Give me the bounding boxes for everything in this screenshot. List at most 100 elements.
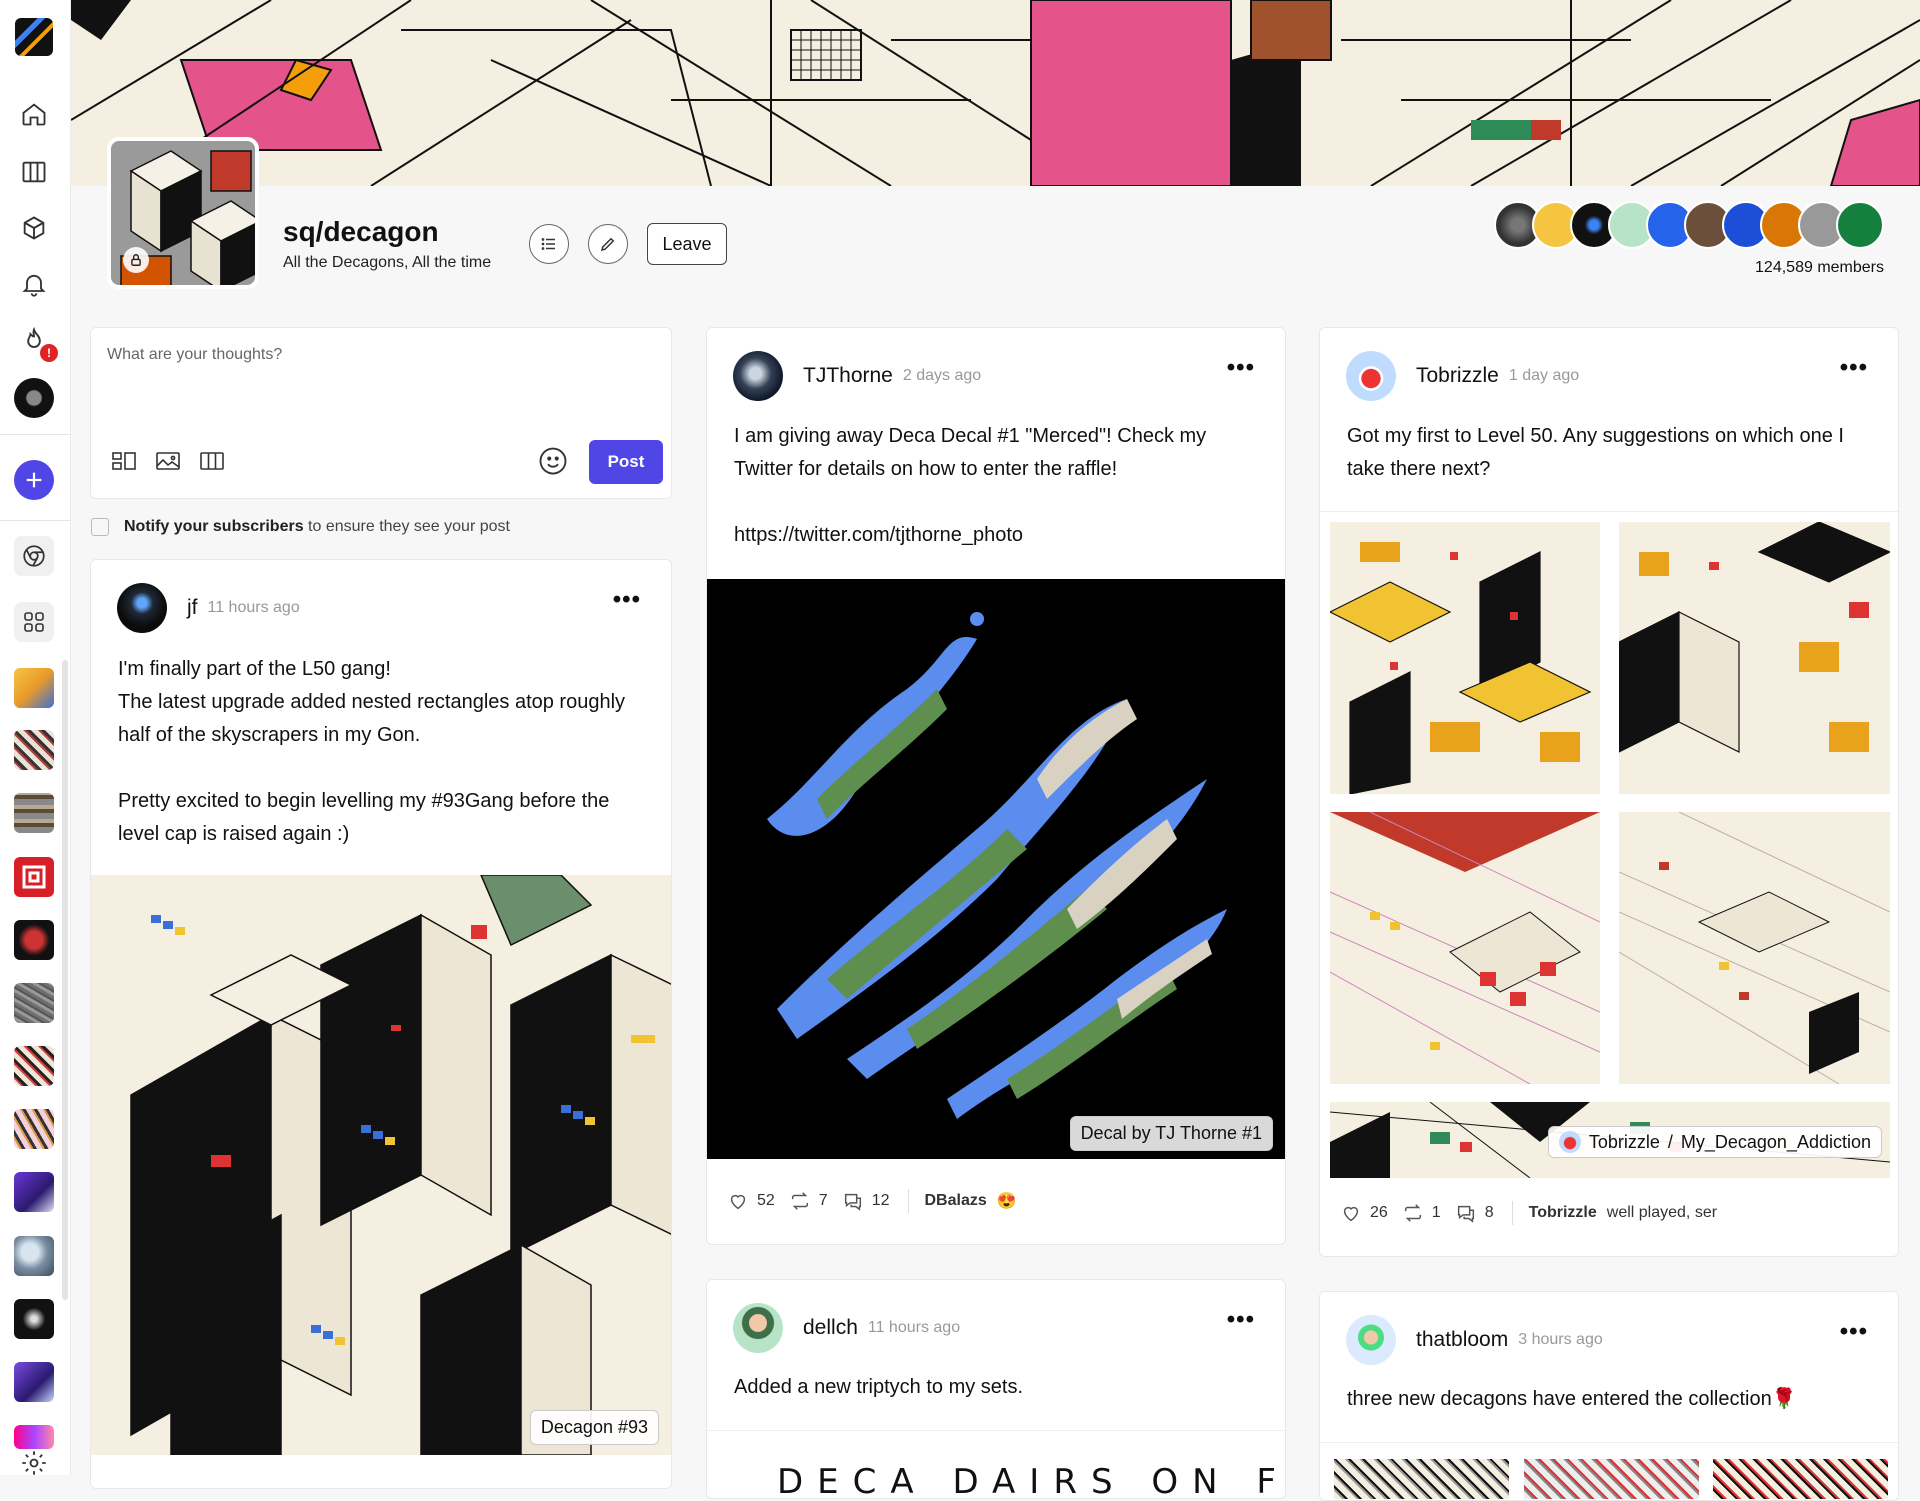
post-image-text: DECA DAIRS ON FRAME <box>777 1462 1285 1499</box>
post-time: 1 day ago <box>1508 367 1580 384</box>
collection-user: Tobrizzle <box>1588 1131 1660 1152</box>
member-avatars[interactable] <box>1494 201 1884 251</box>
post-header: jf 11 hours ago <box>117 582 300 634</box>
layout-icon[interactable] <box>111 450 137 477</box>
collection-thumb[interactable] <box>14 1046 54 1086</box>
image-caption: Decal by TJ Thorne #1 <box>1069 1116 1273 1151</box>
nft-image[interactable] <box>1619 522 1890 794</box>
collection-thumb[interactable] <box>14 983 54 1023</box>
collection-thumb[interactable] <box>14 1299 54 1339</box>
app-logo-icon[interactable] <box>15 18 53 56</box>
nft-image[interactable] <box>1713 1459 1888 1499</box>
fire-icon[interactable]: ! <box>14 320 58 362</box>
comments-count: 12 <box>871 1192 890 1209</box>
post-card: TJThorne 2 days ago ••• I am giving away… <box>706 327 1286 1245</box>
plus-icon[interactable] <box>14 460 54 500</box>
collection-thumb[interactable] <box>14 668 54 708</box>
collection-thumb[interactable] <box>14 1362 54 1402</box>
post-author[interactable]: dellch <box>803 1316 858 1340</box>
notify-checkbox[interactable] <box>91 518 109 536</box>
collection-caption[interactable]: Tobrizzle / My_Decagon_Addiction <box>1547 1126 1882 1158</box>
nft-image[interactable] <box>1334 1459 1509 1499</box>
sidebar-divider <box>0 434 71 435</box>
user-avatar[interactable] <box>117 583 167 633</box>
heart-icon[interactable] <box>1340 1202 1362 1224</box>
sidebar-scrollbar[interactable] <box>62 660 68 1300</box>
more-options-icon[interactable]: ••• <box>1227 354 1255 382</box>
post-header: Tobrizzle 1 day ago <box>1346 350 1579 402</box>
leave-button[interactable]: Leave <box>647 223 727 265</box>
post-author[interactable]: TJThorne <box>803 364 893 388</box>
likes-count: 52 <box>757 1192 775 1209</box>
more-options-icon[interactable]: ••• <box>613 586 641 614</box>
top-comment-user[interactable]: Tobrizzle <box>1529 1204 1597 1222</box>
post-card: thatbloom 3 hours ago ••• three new deca… <box>1319 1291 1899 1501</box>
collection-thumb[interactable] <box>14 920 54 960</box>
list-icon[interactable] <box>529 224 569 264</box>
grid-icon[interactable] <box>14 602 54 642</box>
collection-thumb[interactable] <box>14 1236 54 1276</box>
post-time: 2 days ago <box>902 367 982 384</box>
collection-thumb[interactable] <box>14 730 54 770</box>
post-actions: 26 1 8 Tobrizzle well played, ser <box>1340 1195 1717 1231</box>
nft-image[interactable] <box>1619 812 1890 1084</box>
post-image[interactable]: Decal by TJ Thorne #1 <box>707 579 1285 1159</box>
edit-icon[interactable] <box>588 224 628 264</box>
reposts-count: 1 <box>1431 1204 1441 1221</box>
nft-image[interactable] <box>1330 812 1600 1084</box>
post-composer: What are your thoughts? Post <box>90 327 672 499</box>
profile-avatar[interactable] <box>14 378 54 418</box>
community-header: sq/decagon All the Decagons, All the tim… <box>71 137 1920 316</box>
chrome-icon[interactable] <box>14 536 54 576</box>
comment-icon[interactable] <box>1455 1202 1477 1224</box>
more-options-icon[interactable]: ••• <box>1840 354 1868 382</box>
post-text: Got my first to Level 50. Any suggestion… <box>1347 425 1844 480</box>
lock-icon <box>123 247 149 273</box>
post-author[interactable]: Tobrizzle <box>1416 364 1499 388</box>
user-avatar[interactable] <box>1346 1315 1396 1365</box>
repost-icon[interactable] <box>1402 1202 1424 1224</box>
post-button[interactable]: Post <box>589 440 663 484</box>
cube-icon[interactable] <box>14 208 54 248</box>
image-caption: Decagon #93 <box>529 1410 659 1445</box>
home-icon[interactable] <box>14 94 54 134</box>
post-card: dellch 11 hours ago ••• Added a new trip… <box>706 1279 1286 1499</box>
notify-subscribers[interactable]: Notify your subscribers to ensure they s… <box>91 518 510 536</box>
nft-image[interactable] <box>1330 522 1600 794</box>
composer-input[interactable]: What are your thoughts? <box>107 346 282 364</box>
user-avatar[interactable] <box>733 1303 783 1353</box>
actions-divider <box>907 1189 909 1213</box>
post-text: I'm finally part of the L50 gang! The la… <box>118 658 626 845</box>
members-count: 124,589 members <box>1755 259 1884 276</box>
collection-name: My_Decagon_Addiction <box>1680 1131 1871 1152</box>
bell-icon[interactable] <box>14 264 54 304</box>
more-options-icon[interactable]: ••• <box>1227 1306 1255 1334</box>
post-author[interactable]: thatbloom <box>1416 1328 1508 1352</box>
post-card: jf 11 hours ago ••• I'm finally part of … <box>90 559 672 1489</box>
user-avatar[interactable] <box>1346 351 1396 401</box>
collection-thumb[interactable] <box>14 1109 54 1149</box>
collection-thumb[interactable] <box>14 857 54 897</box>
nft-image[interactable]: Tobrizzle / My_Decagon_Addiction <box>1330 1102 1890 1178</box>
member-avatar[interactable] <box>1836 201 1884 249</box>
post-time: 11 hours ago <box>207 599 300 616</box>
collection-thumb[interactable] <box>14 793 54 833</box>
collection-thumb[interactable] <box>14 1172 54 1212</box>
post-header: dellch 11 hours ago <box>733 1302 960 1354</box>
heart-icon[interactable] <box>727 1190 749 1212</box>
columns-icon[interactable] <box>199 450 225 477</box>
collection-thumb[interactable] <box>14 1425 54 1449</box>
gear-icon[interactable] <box>14 1450 54 1475</box>
comment-icon[interactable] <box>842 1190 864 1212</box>
post-text: three new decagons have entered the coll… <box>1347 1388 1797 1410</box>
image-icon[interactable] <box>155 450 181 477</box>
top-comment-user[interactable]: DBalazs <box>925 1192 987 1210</box>
nft-image[interactable] <box>1524 1459 1699 1499</box>
user-avatar[interactable] <box>733 351 783 401</box>
post-image[interactable]: Decagon #93 <box>91 875 671 1455</box>
post-author[interactable]: jf <box>187 596 198 620</box>
more-options-icon[interactable]: ••• <box>1840 1318 1868 1346</box>
repost-icon[interactable] <box>789 1190 811 1212</box>
emoji-icon[interactable] <box>538 446 568 481</box>
columns-icon[interactable] <box>14 152 54 192</box>
